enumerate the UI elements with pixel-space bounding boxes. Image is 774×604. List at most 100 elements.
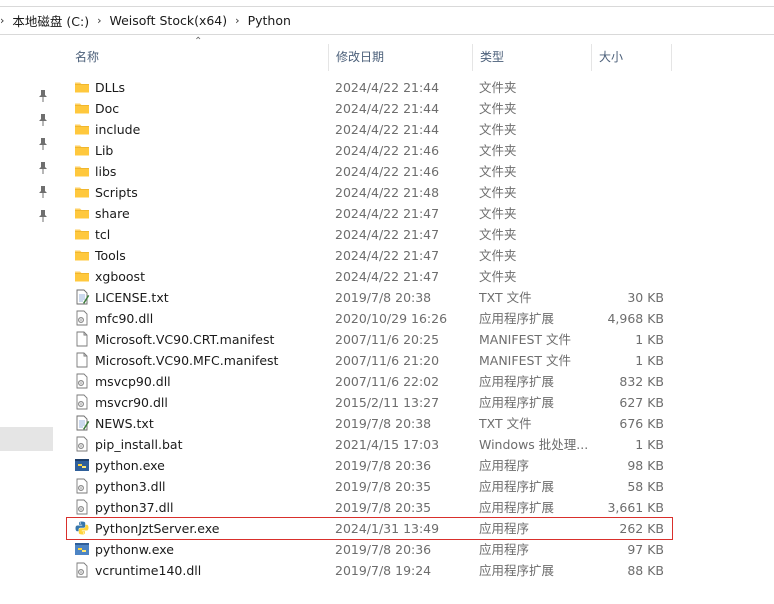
file-modified-date: 2019/7/8 20:35 <box>335 479 432 494</box>
dll-file-icon <box>74 394 92 412</box>
folder-icon <box>74 205 92 223</box>
file-size: 98 KB <box>627 458 664 473</box>
file-modified-date: 2007/11/6 21:20 <box>335 353 440 368</box>
file-row[interactable]: pythonw.exe 2019/7/8 20:36 应用程序 97 KB <box>67 539 672 560</box>
file-modified-date: 2024/4/22 21:44 <box>335 122 440 137</box>
bat-file-icon <box>74 436 92 454</box>
file-name: libs <box>95 164 117 179</box>
file-row[interactable]: python37.dll 2019/7/8 20:35 应用程序扩展 3,661 KB <box>67 497 672 518</box>
breadcrumb-item-weisoft[interactable]: Weisoft Stock(x64) <box>105 13 231 28</box>
breadcrumb-item-python[interactable]: Python <box>244 13 295 28</box>
file-type: Windows 批处理... <box>479 437 589 452</box>
file-modified-date: 2024/4/22 21:47 <box>335 248 440 263</box>
file-type: 文件夹 <box>479 185 517 200</box>
chevron-right-icon[interactable]: › <box>235 14 239 27</box>
file-name: PythonJztServer.exe <box>95 521 220 536</box>
address-bar[interactable]: › 本地磁盘 (C:) › Weisoft Stock(x64) › Pytho… <box>0 6 774 35</box>
column-header-type[interactable]: 类型 <box>472 44 591 71</box>
file-name: NEWS.txt <box>95 416 154 431</box>
file-row[interactable]: msvcr90.dll 2015/2/11 13:27 应用程序扩展 627 KB <box>67 392 672 413</box>
file-name: python3.dll <box>95 479 166 494</box>
file-row[interactable]: Tools 2024/4/22 21:47 文件夹 <box>67 245 672 266</box>
dll-file-icon <box>74 478 92 496</box>
file-row[interactable]: mfc90.dll 2020/10/29 16:26 应用程序扩展 4,968 KB <box>67 308 672 329</box>
file-type: 应用程序 <box>479 542 530 557</box>
pin-icon <box>37 210 49 222</box>
file-modified-date: 2021/4/15 17:03 <box>335 437 440 452</box>
column-header-size[interactable]: 大小 <box>591 44 671 71</box>
file-type: 文件夹 <box>479 164 517 179</box>
file-row[interactable]: msvcp90.dll 2007/11/6 22:02 应用程序扩展 832 KB <box>67 371 672 392</box>
file-type: 应用程序 <box>479 521 530 536</box>
file-row[interactable]: xgboost 2024/4/22 21:47 文件夹 <box>67 266 672 287</box>
column-header-name[interactable]: 名称 <box>67 44 328 71</box>
file-row[interactable]: tcl 2024/4/22 21:47 文件夹 <box>67 224 672 245</box>
file-size: 97 KB <box>627 542 664 557</box>
file-row[interactable]: DLLs 2024/4/22 21:44 文件夹 <box>67 77 672 98</box>
file-name: Microsoft.VC90.MFC.manifest <box>95 353 279 368</box>
file-row[interactable]: include 2024/4/22 21:44 文件夹 <box>67 119 672 140</box>
file-modified-date: 2024/4/22 21:46 <box>335 164 440 179</box>
pin-icon <box>37 90 49 102</box>
file-type: 文件夹 <box>479 227 517 242</box>
dll-file-icon <box>74 373 92 391</box>
file-row[interactable]: Doc 2024/4/22 21:44 文件夹 <box>67 98 672 119</box>
chevron-right-icon[interactable]: › <box>97 14 101 27</box>
python-exe-icon <box>74 457 92 475</box>
file-row[interactable]: vcruntime140.dll 2019/7/8 19:24 应用程序扩展 88 K… <box>67 560 672 581</box>
file-row[interactable]: Microsoft.VC90.CRT.manifest 2007/11/6 20:… <box>67 329 672 350</box>
file-size: 1 KB <box>635 437 664 452</box>
file-name: msvcr90.dll <box>95 395 168 410</box>
file-row[interactable]: NEWS.txt 2019/7/8 20:38 TXT 文件 676 KB <box>67 413 672 434</box>
pin-icon <box>37 162 49 174</box>
file-modified-date: 2024/4/22 21:44 <box>335 101 440 116</box>
file-row[interactable]: PythonJztServer.exe 2024/1/31 13:49 应用程序 26… <box>66 517 673 540</box>
file-modified-date: 2024/4/22 21:47 <box>335 227 440 242</box>
file-modified-date: 2019/7/8 20:35 <box>335 500 432 515</box>
file-name: mfc90.dll <box>95 311 154 326</box>
file-modified-date: 2019/7/8 19:24 <box>335 563 432 578</box>
breadcrumb-item-drive[interactable]: 本地磁盘 (C:) <box>8 11 93 30</box>
navigation-pane[interactable] <box>0 36 60 604</box>
file-type: 应用程序扩展 <box>479 395 555 410</box>
pin-icon <box>37 186 49 198</box>
folder-icon <box>74 142 92 160</box>
file-row[interactable]: libs 2024/4/22 21:46 文件夹 <box>67 161 672 182</box>
file-name: xgboost <box>95 269 145 284</box>
file-row[interactable]: Microsoft.VC90.MFC.manifest 2007/11/6 21:… <box>67 350 672 371</box>
file-modified-date: 2024/4/22 21:44 <box>335 80 440 95</box>
file-type: MANIFEST 文件 <box>479 332 572 347</box>
file-name: DLLs <box>95 80 126 95</box>
blank-file-icon <box>74 331 92 349</box>
chevron-right-icon[interactable]: › <box>0 14 4 27</box>
file-type: TXT 文件 <box>479 416 532 431</box>
file-type: 应用程序 <box>479 458 530 473</box>
file-row[interactable]: Scripts 2024/4/22 21:48 文件夹 <box>67 182 672 203</box>
dll-file-icon <box>74 562 92 580</box>
file-row[interactable]: pip_install.bat 2021/4/15 17:03 Windows 批处… <box>67 434 672 455</box>
file-name: Lib <box>95 143 114 158</box>
folder-icon <box>74 268 92 286</box>
file-modified-date: 2024/4/22 21:48 <box>335 185 440 200</box>
file-type: TXT 文件 <box>479 290 532 305</box>
file-name: include <box>95 122 141 137</box>
file-row[interactable]: python.exe 2019/7/8 20:36 应用程序 98 KB <box>67 455 672 476</box>
text-file-icon <box>74 289 92 307</box>
file-row[interactable]: python3.dll 2019/7/8 20:35 应用程序扩展 58 KB <box>67 476 672 497</box>
file-size: 58 KB <box>627 479 664 494</box>
file-name: LICENSE.txt <box>95 290 169 305</box>
file-name: Scripts <box>95 185 138 200</box>
python-logo-icon <box>74 520 92 538</box>
file-row[interactable]: Lib 2024/4/22 21:46 文件夹 <box>67 140 672 161</box>
folder-icon <box>74 163 92 181</box>
file-size: 1 KB <box>635 353 664 368</box>
file-row[interactable]: share 2024/4/22 21:47 文件夹 <box>67 203 672 224</box>
file-name: tcl <box>95 227 111 242</box>
folder-icon <box>74 184 92 202</box>
nav-item-selected[interactable] <box>0 427 53 451</box>
column-header-date[interactable]: 修改日期 <box>328 44 472 71</box>
file-type: 应用程序扩展 <box>479 479 555 494</box>
file-type: 应用程序扩展 <box>479 500 555 515</box>
file-row[interactable]: LICENSE.txt 2019/7/8 20:38 TXT 文件 30 KB <box>67 287 672 308</box>
column-divider[interactable] <box>671 44 672 71</box>
